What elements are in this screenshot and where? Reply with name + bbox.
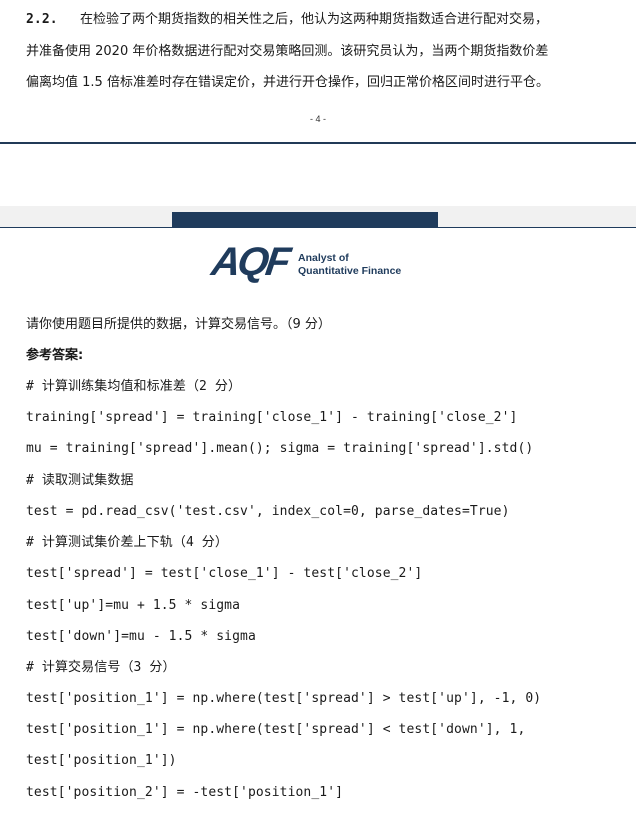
code-line: training['spread'] = training['close_1']… (26, 410, 518, 425)
code-line: test['position_2'] = -test['position_1'] (26, 785, 344, 800)
item-number: 2.2. (26, 12, 58, 27)
code-line: test['position_1'] = np.where(test['spre… (26, 722, 526, 737)
page-number: - 4 - (309, 114, 326, 124)
page-bottom-rule (0, 142, 636, 144)
code-line: mu = training['spread'].mean(); sigma = … (26, 441, 534, 456)
paragraph-line-2: 并准备使用 2020 年价格数据进行配对交易策略回测。该研究员认为，当两个期货指… (26, 44, 549, 59)
logo-line-2: Quantitative Finance (298, 265, 402, 277)
aqf-logo: AQF Analyst of Quantitative Finance (208, 240, 412, 284)
code-comment: # 计算交易信号（3 分） (26, 660, 176, 675)
paragraph-line-3: 偏离均值 1.5 倍标准差时存在错误定价，并进行开仓操作，回归正常价格区间时进行… (26, 75, 549, 90)
code-comment: # 计算训练集均值和标准差（2 分） (26, 379, 242, 394)
code-line: test['position_1'] = np.where(test['spre… (26, 691, 542, 706)
paragraph-line-1: 2.2. 在检验了两个期货指数的相关性之后，他认为这两种期货指数适合进行配对交易， (26, 11, 548, 29)
logo-line-1: Analyst of (298, 252, 349, 264)
code-line: test['up']=mu + 1.5 * sigma (26, 598, 241, 613)
code-line: test['down']=mu - 1.5 * sigma (26, 629, 256, 644)
code-comment: # 读取测试集数据 (26, 473, 134, 488)
code-comment: # 计算测试集价差上下轨（4 分） (26, 535, 229, 550)
code-line: test['spread'] = test['close_1'] - test[… (26, 566, 423, 581)
logo-text: Analyst of Quantitative Finance (298, 252, 401, 278)
code-line: test['position_1']) (26, 753, 177, 768)
logo-mark: AQF (208, 240, 291, 284)
code-line: test = pd.read_csv('test.csv', index_col… (26, 504, 510, 519)
question-text: 请你使用题目所提供的数据，计算交易信号。（9 分） (26, 317, 331, 332)
header-bar (172, 212, 438, 228)
answer-heading: 参考答案: (26, 348, 84, 363)
paragraph-text-1: 在检验了两个期货指数的相关性之后，他认为这两种期货指数适合进行配对交易， (80, 12, 549, 27)
